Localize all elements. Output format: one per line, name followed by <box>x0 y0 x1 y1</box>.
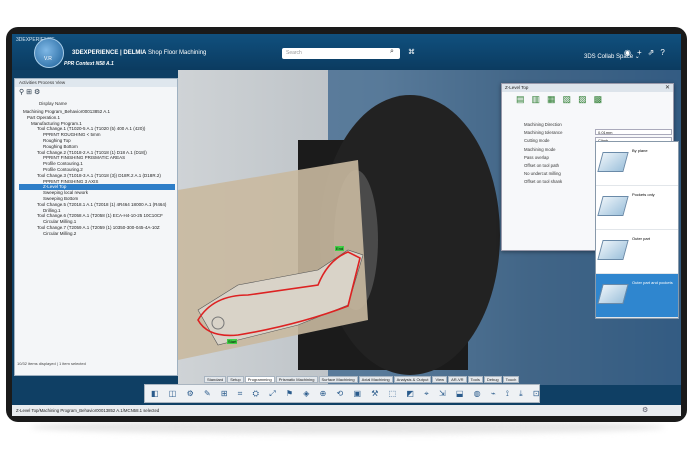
section-tab[interactable]: Programming <box>244 376 275 383</box>
section-tabs: Standard Setup Programming Prismatic Machin… <box>204 376 520 383</box>
app-brand: 3DEXPERIENCE | DELMIA <box>72 50 147 56</box>
tool-tab-icon[interactable]: ▦ <box>547 94 563 104</box>
share-icon[interactable]: ⇗ <box>648 48 661 57</box>
parameter-field[interactable]: 0.01mm <box>595 129 672 136</box>
help-icon[interactable]: ? <box>660 48 670 57</box>
option-thumbnail <box>597 240 629 260</box>
dropdown-option[interactable]: By plane <box>596 142 678 186</box>
tree-item-label: Z-Level Top <box>43 184 67 190</box>
parameter-label: Machining Direction <box>524 122 562 127</box>
expand-icon[interactable]: ⊞ <box>26 89 34 96</box>
top-bar: 3DEXPERIENCE V.R 3DEXPERIENCE | DELMIA S… <box>12 34 681 70</box>
dialog-tabs: ▤▥▦▧▨▩ <box>502 92 673 108</box>
dropdown-option[interactable]: Outer part <box>596 230 678 274</box>
tree-item-label: Profile Contouring.2 <box>43 166 83 172</box>
tree-item-label: Manufacturing Program.1 <box>31 120 82 126</box>
dropdown-option[interactable]: Outer part and pockets <box>596 274 678 318</box>
section-tab[interactable]: Debug <box>483 376 502 383</box>
tree-item-label: Profile Contouring.1 <box>43 161 83 167</box>
status-bar: Z-Level Top/Machining Program_Behavior00… <box>12 405 681 416</box>
panel-status: 10/32 items displayed | 1 item selected <box>17 361 86 366</box>
section-tab[interactable]: Prismatic Machining <box>275 376 318 383</box>
section-tab[interactable]: Setup <box>227 376 244 383</box>
tree-item-label: Machining Program_Behavior00013852 A.1 <box>23 109 111 114</box>
machining-mode-dropdown[interactable]: By plane Pockets only Outer part Outer part… <box>595 141 679 319</box>
tree-item-label: PPRINT FINISHING 3 AXIS <box>43 178 99 184</box>
document-tab[interactable]: PPR Context N58 A.1 <box>64 61 114 67</box>
parameter-label: Offset on tool shank <box>524 179 563 185</box>
dropdown-option[interactable]: Pockets only <box>596 186 678 230</box>
dialog-title: Z-Level Top <box>502 84 673 92</box>
parameter-label: Offset on tool path <box>524 163 560 168</box>
add-icon[interactable]: + <box>637 48 648 57</box>
panel-toolbar: ⚲⊞⚙ <box>15 87 177 99</box>
option-thumbnail <box>597 196 629 216</box>
close-icon[interactable]: ✕ <box>665 84 670 91</box>
tree-item-label: Tool Change.7 (T2059 A.1 (T2059 (1) 1035… <box>37 224 160 230</box>
tree-item-label: Tool Change.5 (T2018.1 A.1 (T2018 (1) 4R… <box>37 201 167 207</box>
parameter-label: No undercut milling <box>524 171 561 177</box>
tree-item-label: Tool Change.2 (T1018-2 A.1 (T1018 (1) D1… <box>37 149 147 155</box>
display-name-header: Display Name <box>39 101 68 106</box>
section-tab[interactable]: View <box>432 376 448 383</box>
top-icons: ◉+⇗? <box>624 48 671 57</box>
section-tab[interactable]: AR-VR <box>448 376 467 383</box>
parameter-label: Pass overlap <box>524 154 549 160</box>
option-thumbnail <box>597 284 629 304</box>
user-icon[interactable]: ◉ <box>624 48 637 57</box>
options-tab-icon[interactable]: ▩ <box>594 94 610 104</box>
settings-icon[interactable]: ⚙ <box>34 89 42 96</box>
end-marker-label: End <box>335 246 345 251</box>
start-marker-label: Start <box>227 339 238 344</box>
tree-item-label: Circular Milling.1 <box>43 219 77 225</box>
tag-icon[interactable]: ⌘ <box>408 48 415 56</box>
option-label: Pockets only <box>632 192 655 197</box>
action-toolbar[interactable]: ◧ ◫ ⚙ ✎ ⊞ ⌗ ⛭ ⤢ ⚑ ◈ ⊕ ⟲ ▣ ⚒ ⬚ ◩ ⌖ ⇲ ⬓ ◍ … <box>144 384 540 403</box>
macro-tab-icon[interactable]: ▨ <box>578 94 594 104</box>
compass-label: V.R <box>44 56 52 62</box>
compass-icon[interactable] <box>34 38 64 68</box>
section-tab[interactable]: Analysis & Output <box>393 376 432 383</box>
panel-title: Activities Process View <box>15 79 177 87</box>
tree-item-label: Sweeping local rework <box>43 190 89 196</box>
option-label: Outer part and pockets <box>632 280 673 285</box>
section-tab[interactable]: Tools <box>467 376 483 383</box>
tree-item-label: PPRINT ROUGHING < 5mm <box>43 132 101 138</box>
app-title: 3DEXPERIENCE | DELMIA Shop Floor Machini… <box>72 50 206 56</box>
tree-item-label: Tool Change.1 (T1020-5 A.1 (T1020 (5) 40… <box>37 126 146 132</box>
parameter-label: Machining tolerance <box>524 130 563 136</box>
section-tab[interactable]: Axial Machining <box>358 376 393 383</box>
tree-item-label: Part Operation.1 <box>27 114 61 120</box>
tree-item-label: Roughing Top <box>43 137 71 143</box>
parameter-label: Machining mode <box>524 146 556 152</box>
tree-item-label: Tool Change.6 (T2058 A.1 (T2058 (1) ECA-… <box>37 213 163 219</box>
section-tab[interactable]: Touch <box>502 376 520 383</box>
tree-item-label: Circular Milling.2 <box>43 230 77 236</box>
tree-item-label: Drilling.1 <box>43 207 61 213</box>
geometry-tab-icon[interactable]: ▥ <box>532 94 548 104</box>
section-tab[interactable]: Standard <box>204 376 227 383</box>
option-label: By plane <box>632 148 648 153</box>
option-label: Outer part <box>632 236 651 241</box>
device-shadow <box>30 420 665 434</box>
application-window: 3DEXPERIENCE V.R 3DEXPERIENCE | DELMIA S… <box>12 34 681 416</box>
parameter-label: Cutting mode <box>524 138 550 144</box>
process-tree: Machining Program_Behavior00013852 A.1 Pa… <box>19 109 175 349</box>
tree-item-label: Sweeping Bottom <box>43 195 79 201</box>
search-icon[interactable]: ⌕ <box>390 48 394 56</box>
status-text: Z-Level Top/Machining Program_Behavior00… <box>16 408 160 413</box>
tree-item-label: Tool Change.3 (T1018-3 A.1 (T1018 (3)) D… <box>37 172 161 178</box>
feeds-tab-icon[interactable]: ▧ <box>563 94 579 104</box>
option-thumbnail <box>597 152 629 172</box>
activities-process-panel: Activities Process View ⚲⊞⚙ Display Name… <box>14 78 178 376</box>
search-input[interactable]: Search <box>282 48 400 59</box>
section-tab[interactable]: Surface Machining <box>318 376 358 383</box>
tree-item[interactable]: Circular Milling.2 <box>19 231 175 237</box>
tree-item-label: Roughing Bottom <box>43 143 78 149</box>
app-name: Shop Floor Machining <box>148 50 207 56</box>
status-settings-icon[interactable]: ⚙ <box>642 406 648 414</box>
strategy-tab-icon[interactable]: ▤ <box>516 94 532 104</box>
tree-item-label: PPRINT FINISHING PRISMATIC AREAS <box>43 155 126 161</box>
